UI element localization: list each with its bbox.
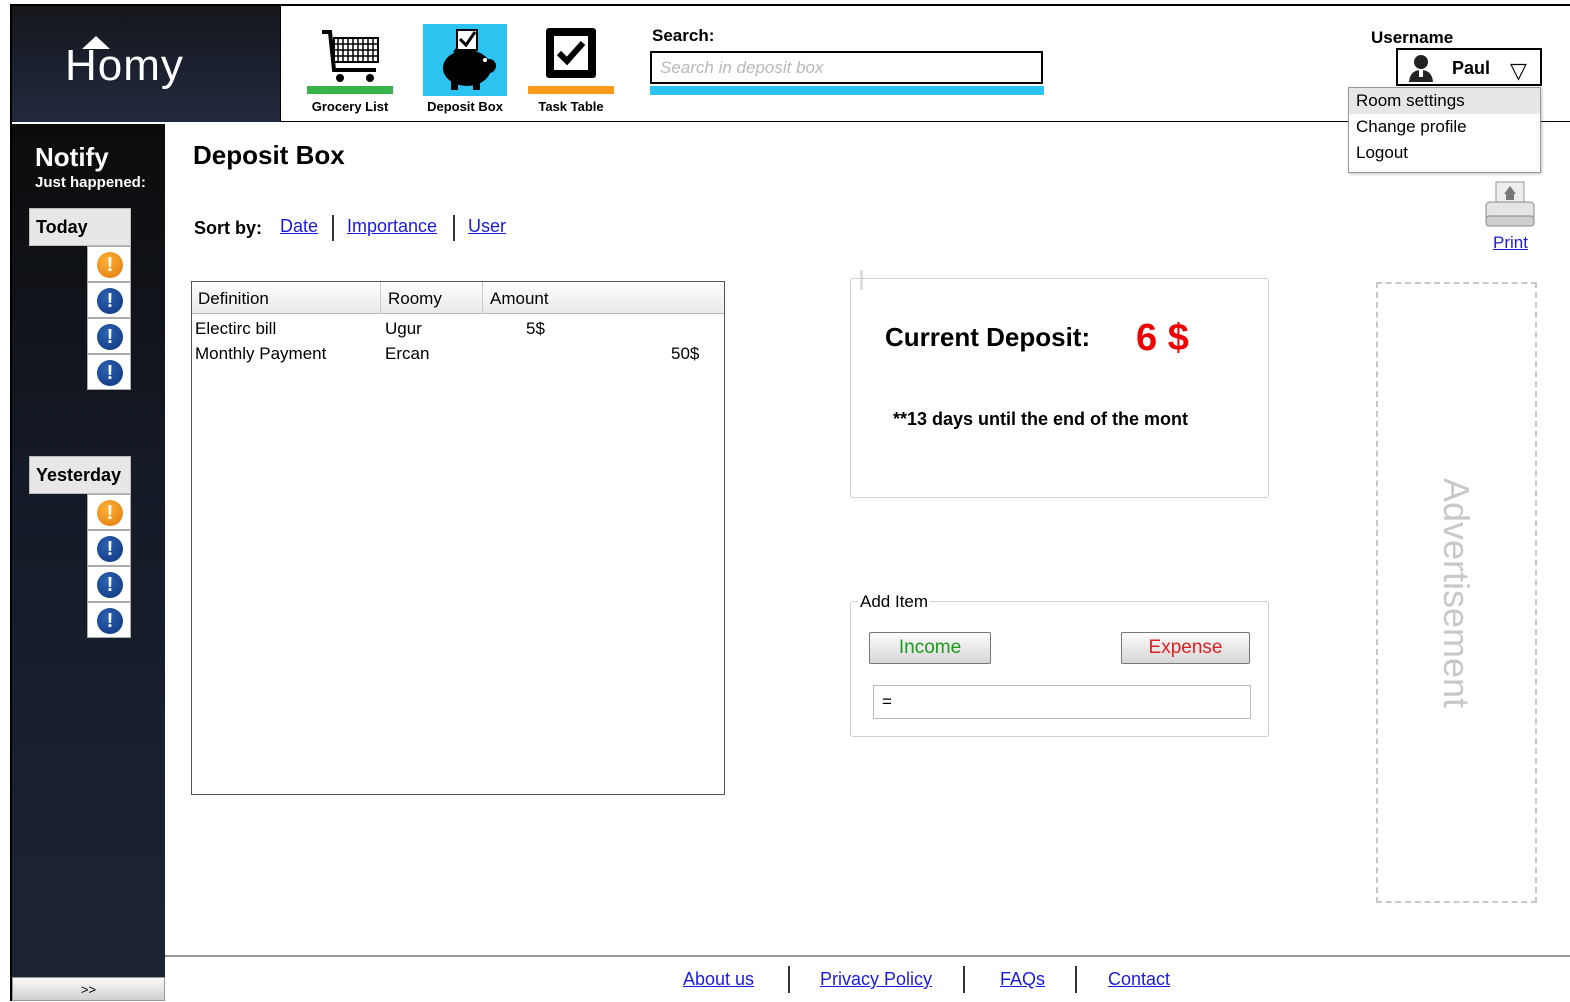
alert-item[interactable]: ! [87,566,131,602]
sort-separator [453,215,455,241]
alert-item[interactable]: ! [87,282,131,318]
sidebar-subtitle: Just happened: [35,174,146,191]
income-button[interactable]: Income [869,632,991,664]
column-header-definition[interactable]: Definition [198,289,269,309]
nav-bar-grocery [307,86,393,94]
footer-link-faqs[interactable]: FAQs [1000,969,1045,990]
column-divider [482,282,483,313]
username-value: Paul [1452,58,1491,78]
cell-amount: 50$ [671,344,700,363]
user-dropdown[interactable]: Paul ▽ [1396,48,1542,86]
sidebar-title: Notify [35,142,109,172]
cell-definition: Monthly Payment [195,344,327,363]
search-label: Search: [652,26,715,45]
info-icon: ! [97,324,123,350]
footer-separator [788,966,790,993]
info-icon: ! [97,536,123,562]
page-title: Deposit Box [193,140,345,170]
footer-divider [165,955,1570,957]
sort-by-date[interactable]: Date [280,216,318,237]
amount-input[interactable] [873,685,1251,719]
search-input[interactable] [650,51,1043,84]
alert-item[interactable]: ! [87,602,131,638]
alert-item[interactable]: ! [87,318,131,354]
day-group-today[interactable]: Today [29,208,131,246]
print-link[interactable]: Print [1493,233,1528,253]
nav-label: Task Table [538,99,604,114]
table-header: Definition Roomy Amount [192,282,724,314]
cell-definition: Electirc bill [195,319,277,338]
info-icon: ! [97,360,123,386]
notify-sidebar: Notify Just happened: Today ! ! ! ! Yest… [12,124,165,1001]
logo-text: Homy [65,41,184,90]
alert-item[interactable]: ! [87,354,131,390]
username-label: Username [1371,28,1454,47]
column-header-roomy[interactable]: Roomy [388,289,442,309]
menu-item-logout[interactable]: Logout [1349,140,1540,166]
footer-link-privacy-policy[interactable]: Privacy Policy [820,969,932,990]
cell-amount: 5$ [526,319,545,338]
sort-by-user[interactable]: User [468,216,506,237]
deposit-note: **13 days until the end of the mont [893,409,1189,429]
sidebar-expand-button[interactable]: >> [12,977,165,1001]
panel-tab-mark [860,270,863,290]
nav-label: Grocery List [311,99,389,114]
sort-label: Sort by: [194,218,263,238]
info-icon: ! [97,288,123,314]
add-item-legend: Add Item [858,592,931,612]
advertisement-label-wrap: Advertisement [1376,282,1537,903]
logo[interactable]: Homy [12,6,281,122]
user-menu: Room settings Change profile Logout [1348,87,1541,173]
day-group-yesterday[interactable]: Yesterday [29,456,131,494]
info-icon: ! [97,608,123,634]
menu-item-room-settings[interactable]: Room settings [1349,88,1540,114]
sort-separator [332,215,334,241]
deposit-label: Current Deposit: [885,322,1091,352]
search-underline [650,86,1044,95]
nav-task-table[interactable]: Task Table [526,22,616,120]
table-row[interactable]: Monthly Payment Ercan 50$ [192,341,724,366]
advertisement-label: Advertisement [1436,477,1478,708]
menu-item-change-profile[interactable]: Change profile [1349,114,1540,140]
warning-icon: ! [97,252,123,278]
footer-link-about-us[interactable]: About us [683,969,754,990]
current-deposit-panel: Current Deposit: 6 $ **13 days until the… [850,270,1269,498]
alert-item[interactable]: ! [87,530,131,566]
printer-icon[interactable] [1484,180,1536,230]
nav-grocery-list[interactable]: Grocery List [305,22,395,120]
alert-item[interactable]: ! [87,246,131,282]
cell-roomy: Ugur [385,319,422,338]
column-header-amount[interactable]: Amount [490,289,549,309]
warning-icon: ! [97,500,123,526]
piggy-bank-icon [423,24,507,96]
expense-button[interactable]: Expense [1121,632,1250,664]
footer-separator [963,966,965,993]
sort-by-importance[interactable]: Importance [347,216,437,237]
cell-roomy: Ercan [385,344,430,363]
nav-deposit-box[interactable]: Deposit Box [420,22,510,120]
nav-label: Deposit Box [427,99,503,114]
table-row[interactable]: Electirc bill Ugur 5$ [192,316,724,341]
deposit-value: 6 $ [1136,317,1189,359]
dropdown-triangle-icon: ▽ [1510,58,1527,83]
deposit-table: Definition Roomy Amount Electirc bill Ug… [191,281,725,795]
nav-bar-task [528,86,614,94]
info-icon: ! [97,572,123,598]
avatar-icon [1408,54,1434,82]
alert-item[interactable]: ! [87,494,131,530]
footer-separator [1075,966,1077,993]
column-divider [380,282,381,313]
footer-link-contact[interactable]: Contact [1108,969,1170,990]
